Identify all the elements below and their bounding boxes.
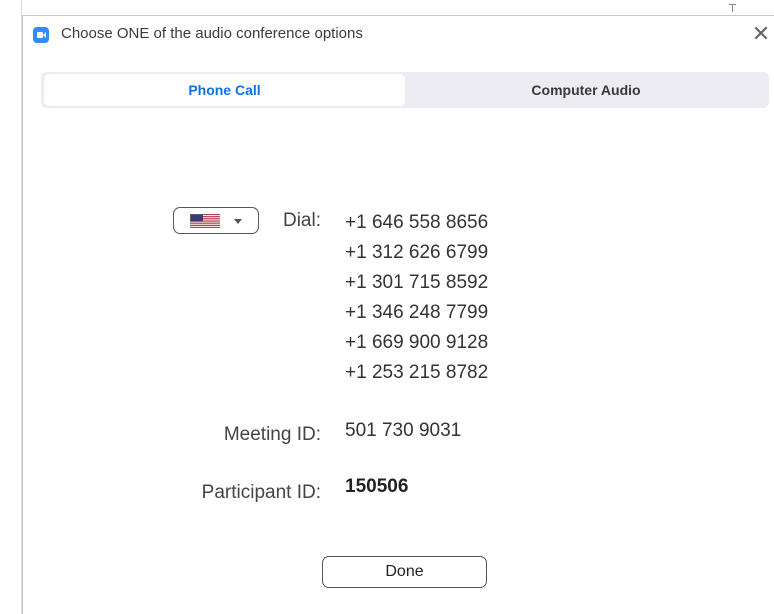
dial-number-list: +1 646 558 8656 +1 312 626 6799 +1 301 7… <box>345 208 488 388</box>
audio-options-dialog: Choose ONE of the audio conference optio… <box>22 15 774 614</box>
dial-number: +1 253 215 8782 <box>345 362 489 383</box>
dial-label: Dial: <box>282 210 321 231</box>
us-flag-icon <box>190 214 220 228</box>
dial-number: +1 301 715 8592 <box>345 272 489 293</box>
background-window-top <box>0 0 774 15</box>
dial-number: +1 312 626 6799 <box>345 242 489 263</box>
zoom-camera-icon <box>33 27 49 43</box>
window-title: Choose ONE of the audio conference optio… <box>61 25 363 42</box>
tab-phone-call[interactable]: Phone Call <box>44 74 405 106</box>
meeting-id-value: 501 730 9031 <box>345 420 462 441</box>
close-icon[interactable]: ✕ <box>749 22 773 46</box>
tab-computer-audio[interactable]: Computer Audio <box>407 74 765 106</box>
done-button[interactable]: Done <box>322 556 487 588</box>
background-cursor-mark <box>729 4 736 12</box>
screen: Choose ONE of the audio conference optio… <box>0 0 774 614</box>
dial-number: +1 669 900 9128 <box>345 332 489 353</box>
meeting-id-label: Meeting ID: <box>223 424 321 445</box>
background-window-left <box>0 0 22 614</box>
dial-number: +1 346 248 7799 <box>345 302 489 323</box>
dial-number: +1 646 558 8656 <box>345 212 489 233</box>
audio-tabs: Phone Call Computer Audio <box>41 72 769 108</box>
title-bar: Choose ONE of the audio conference optio… <box>23 16 774 52</box>
participant-id-label: Participant ID: <box>201 482 321 503</box>
participant-id-value: 150506 <box>345 476 409 497</box>
